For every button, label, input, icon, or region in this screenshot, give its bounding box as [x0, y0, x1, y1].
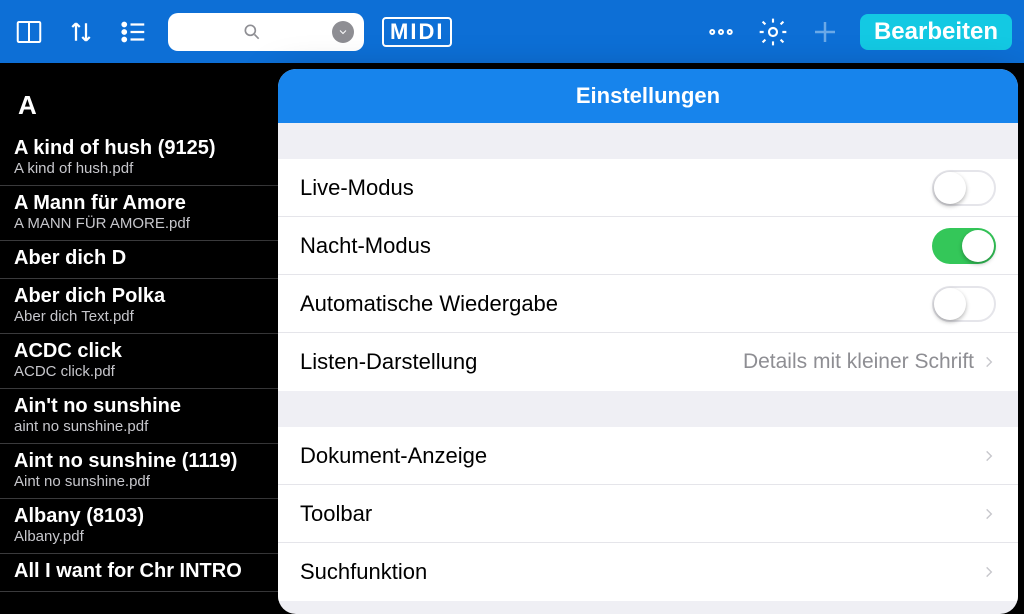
- toggle-switch[interactable]: [932, 286, 996, 322]
- song-subtitle: A kind of hush.pdf: [14, 160, 264, 177]
- add-icon[interactable]: [808, 15, 842, 49]
- song-row[interactable]: A kind of hush (9125)A kind of hush.pdf: [0, 131, 278, 186]
- song-title: A Mann für Amore: [14, 192, 264, 215]
- song-subtitle: Albany.pdf: [14, 528, 264, 545]
- section-header: A: [0, 63, 278, 131]
- gear-icon[interactable]: [756, 15, 790, 49]
- song-subtitle: A MANN FÜR AMORE.pdf: [14, 215, 264, 232]
- settings-row[interactable]: Dokument-Anzeige: [278, 427, 1018, 485]
- toggle-switch[interactable]: [932, 228, 996, 264]
- song-title: Aber dich D: [14, 247, 264, 270]
- song-title: Aint no sunshine (1119): [14, 450, 264, 473]
- chevron-right-icon: [982, 561, 996, 583]
- settings-row[interactable]: Listen-DarstellungDetails mit kleiner Sc…: [278, 333, 1018, 391]
- chevron-right-icon: [982, 503, 996, 525]
- song-row[interactable]: Aint no sunshine (1119)Aint no sunshine.…: [0, 444, 278, 499]
- song-row[interactable]: Albany (8103)Albany.pdf: [0, 499, 278, 554]
- settings-row-label: Live-Modus: [300, 175, 932, 201]
- settings-title: Einstellungen: [278, 69, 1018, 123]
- song-title: Aber dich Polka: [14, 285, 264, 308]
- more-icon[interactable]: [704, 15, 738, 49]
- song-row[interactable]: Aber dich D: [0, 241, 278, 279]
- song-row[interactable]: Aber dich PolkaAber dich Text.pdf: [0, 279, 278, 334]
- settings-row[interactable]: Suchfunktion: [278, 543, 1018, 601]
- song-title: A kind of hush (9125): [14, 137, 264, 160]
- search-icon: [178, 22, 326, 42]
- chevron-right-icon: [982, 351, 996, 373]
- song-subtitle: Aber dich Text.pdf: [14, 308, 264, 325]
- sort-icon[interactable]: [64, 15, 98, 49]
- song-row[interactable]: ACDC clickACDC click.pdf: [0, 334, 278, 389]
- midi-label[interactable]: MIDI: [382, 17, 452, 47]
- song-row[interactable]: A Mann für AmoreA MANN FÜR AMORE.pdf: [0, 186, 278, 241]
- settings-row: Nacht-Modus: [278, 217, 1018, 275]
- chevron-right-icon: [982, 445, 996, 467]
- book-icon[interactable]: [12, 15, 46, 49]
- settings-row-detail: Details mit kleiner Schrift: [743, 350, 974, 374]
- settings-row-label: Nacht-Modus: [300, 233, 932, 259]
- edit-button[interactable]: Bearbeiten: [860, 14, 1012, 50]
- toggle-switch[interactable]: [932, 170, 996, 206]
- settings-row[interactable]: Toolbar: [278, 485, 1018, 543]
- settings-row-label: Automatische Wiedergabe: [300, 291, 932, 317]
- song-list: A A kind of hush (9125)A kind of hush.pd…: [0, 63, 278, 614]
- song-title: ACDC click: [14, 340, 264, 363]
- top-toolbar: MIDI Bearbeiten: [0, 0, 1024, 63]
- song-title: Albany (8103): [14, 505, 264, 528]
- settings-row: Automatische Wiedergabe: [278, 275, 1018, 333]
- song-subtitle: aint no sunshine.pdf: [14, 418, 264, 435]
- settings-row-label: Listen-Darstellung: [300, 349, 743, 375]
- song-row[interactable]: All I want for Chr INTRO: [0, 554, 278, 592]
- song-title: All I want for Chr INTRO: [14, 560, 264, 583]
- settings-row-label: Toolbar: [300, 501, 982, 527]
- song-subtitle: ACDC click.pdf: [14, 363, 264, 380]
- song-title: Ain't no sunshine: [14, 395, 264, 418]
- song-subtitle: Aint no sunshine.pdf: [14, 473, 264, 490]
- clear-search-icon[interactable]: [332, 21, 354, 43]
- settings-row: Live-Modus: [278, 159, 1018, 217]
- search-input[interactable]: [168, 13, 364, 51]
- settings-popover: Einstellungen Live-Modus Nacht-Modus Autom…: [278, 69, 1018, 614]
- song-row[interactable]: Ain't no sunshineaint no sunshine.pdf: [0, 389, 278, 444]
- settings-row-label: Suchfunktion: [300, 559, 982, 585]
- list-icon[interactable]: [116, 15, 150, 49]
- settings-row-label: Dokument-Anzeige: [300, 443, 982, 469]
